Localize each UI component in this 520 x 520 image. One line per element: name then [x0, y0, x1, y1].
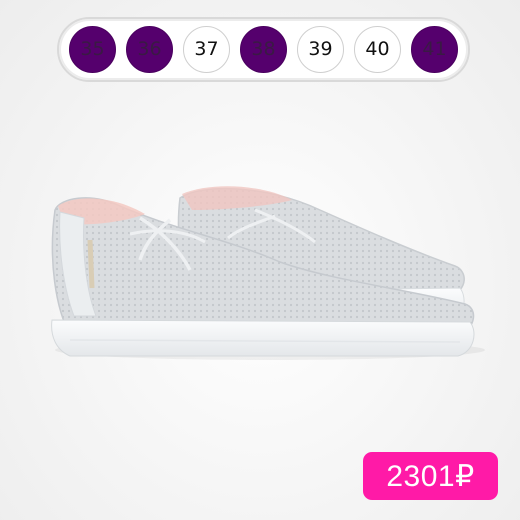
size-label: 37: [194, 38, 219, 60]
size-option-35[interactable]: 35: [69, 26, 116, 73]
size-label: 39: [308, 38, 333, 60]
size-option-38[interactable]: 38: [240, 26, 287, 73]
size-label: 38: [251, 38, 276, 60]
size-label: 36: [137, 38, 162, 60]
shoe-product-image: [51, 186, 485, 360]
size-label: 41: [422, 38, 447, 60]
product-card: 35 36 37 38 39 40 41 2301₽: [0, 0, 520, 520]
size-option-40[interactable]: 40: [354, 26, 401, 73]
price-value: 2301₽: [386, 459, 475, 493]
size-option-37[interactable]: 37: [183, 26, 230, 73]
size-selector: 35 36 37 38 39 40 41: [57, 17, 470, 82]
price-badge: 2301₽: [363, 452, 498, 500]
size-label: 35: [80, 38, 105, 60]
size-label: 40: [365, 38, 390, 60]
size-option-41[interactable]: 41: [411, 26, 458, 73]
size-option-36[interactable]: 36: [126, 26, 173, 73]
size-option-39[interactable]: 39: [297, 26, 344, 73]
